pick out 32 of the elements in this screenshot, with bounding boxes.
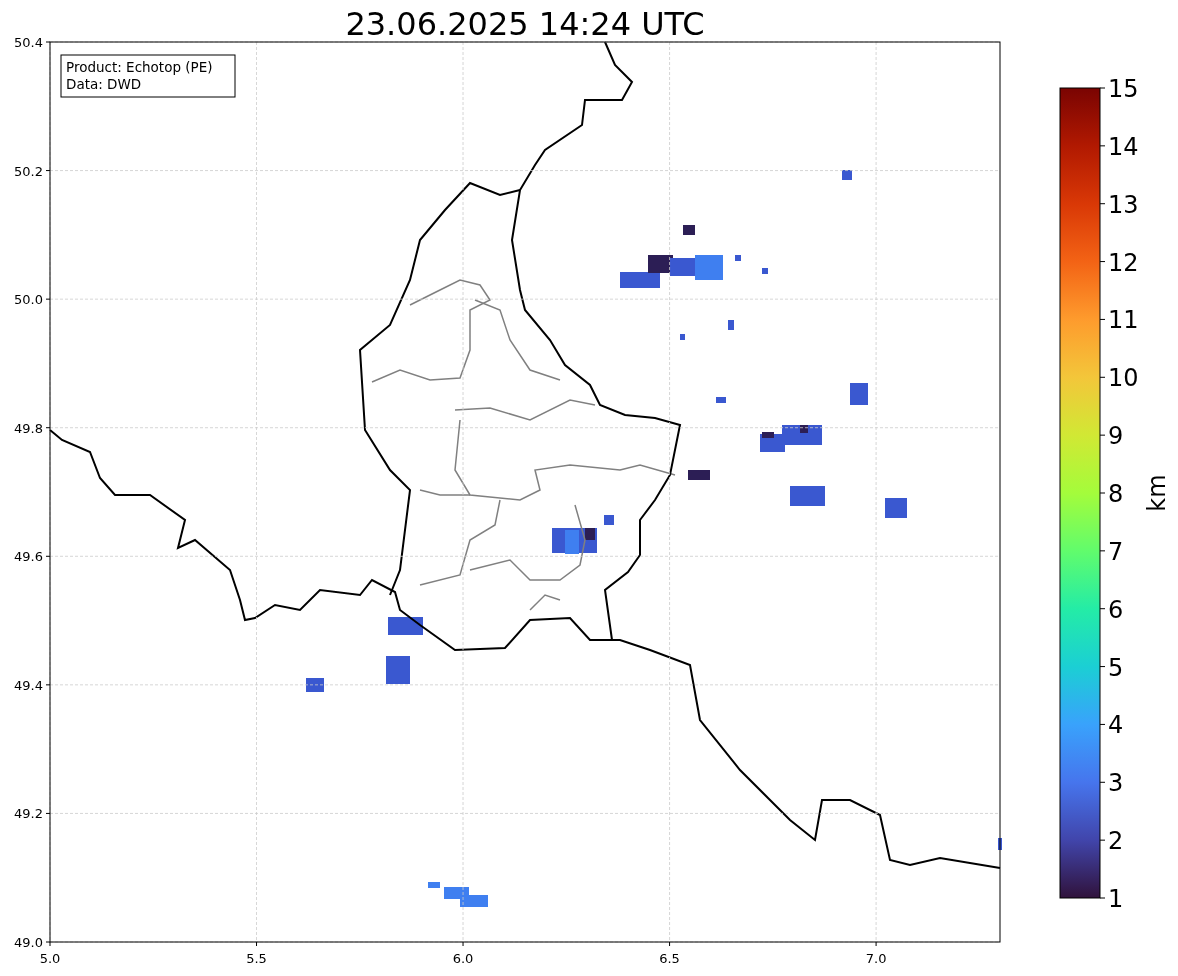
colorbar-tick-label: 8 xyxy=(1108,480,1124,508)
colorbar-tick-label: 4 xyxy=(1108,711,1124,740)
colorbar-tick-label: 13 xyxy=(1108,190,1139,219)
x-tick-label: 7.0 xyxy=(865,951,887,966)
colorbar-tick-label: 11 xyxy=(1108,306,1139,335)
colorbar-label: km xyxy=(1143,474,1171,512)
colorbar-tick-label: 7 xyxy=(1108,537,1124,566)
y-tick-label: 50.0 xyxy=(14,292,43,308)
colorbar-tick-label: 6 xyxy=(1108,595,1124,624)
colorbar-tick-label: 2 xyxy=(1108,827,1124,856)
y-tick-label: 49.0 xyxy=(14,935,43,950)
y-tick-label: 49.8 xyxy=(14,420,43,436)
colorbar-tick-label: 14 xyxy=(1108,132,1139,161)
x-tick-label: 6.5 xyxy=(659,951,680,966)
x-tick-label: 5.0 xyxy=(39,951,61,966)
x-tick-label: 5.5 xyxy=(246,951,267,966)
y-tick-label: 49.6 xyxy=(14,549,43,565)
colorbar-tick-label: 1 xyxy=(1108,885,1124,913)
info-text: Data: DWD xyxy=(66,76,142,92)
y-tick-label: 49.2 xyxy=(14,806,43,822)
colorbar-tick-label: 15 xyxy=(1108,75,1139,103)
y-tick-label: 49.4 xyxy=(14,677,43,693)
colorbar-tick-label: 3 xyxy=(1108,769,1124,798)
colorbar-tick-label: 5 xyxy=(1108,653,1124,682)
chart-title: 23.06.2025 14:24 UTC xyxy=(345,5,705,43)
info-text: Product: Echotop (PE) xyxy=(66,59,213,75)
y-tick-label: 50.2 xyxy=(14,163,43,179)
colorbar-tick-label: 12 xyxy=(1108,248,1139,277)
colorbar-tick-label: 9 xyxy=(1108,422,1124,451)
y-tick-label: 50.4 xyxy=(14,35,43,50)
x-tick-label: 6.0 xyxy=(452,951,474,966)
colorbar-tick-label: 10 xyxy=(1108,364,1139,393)
